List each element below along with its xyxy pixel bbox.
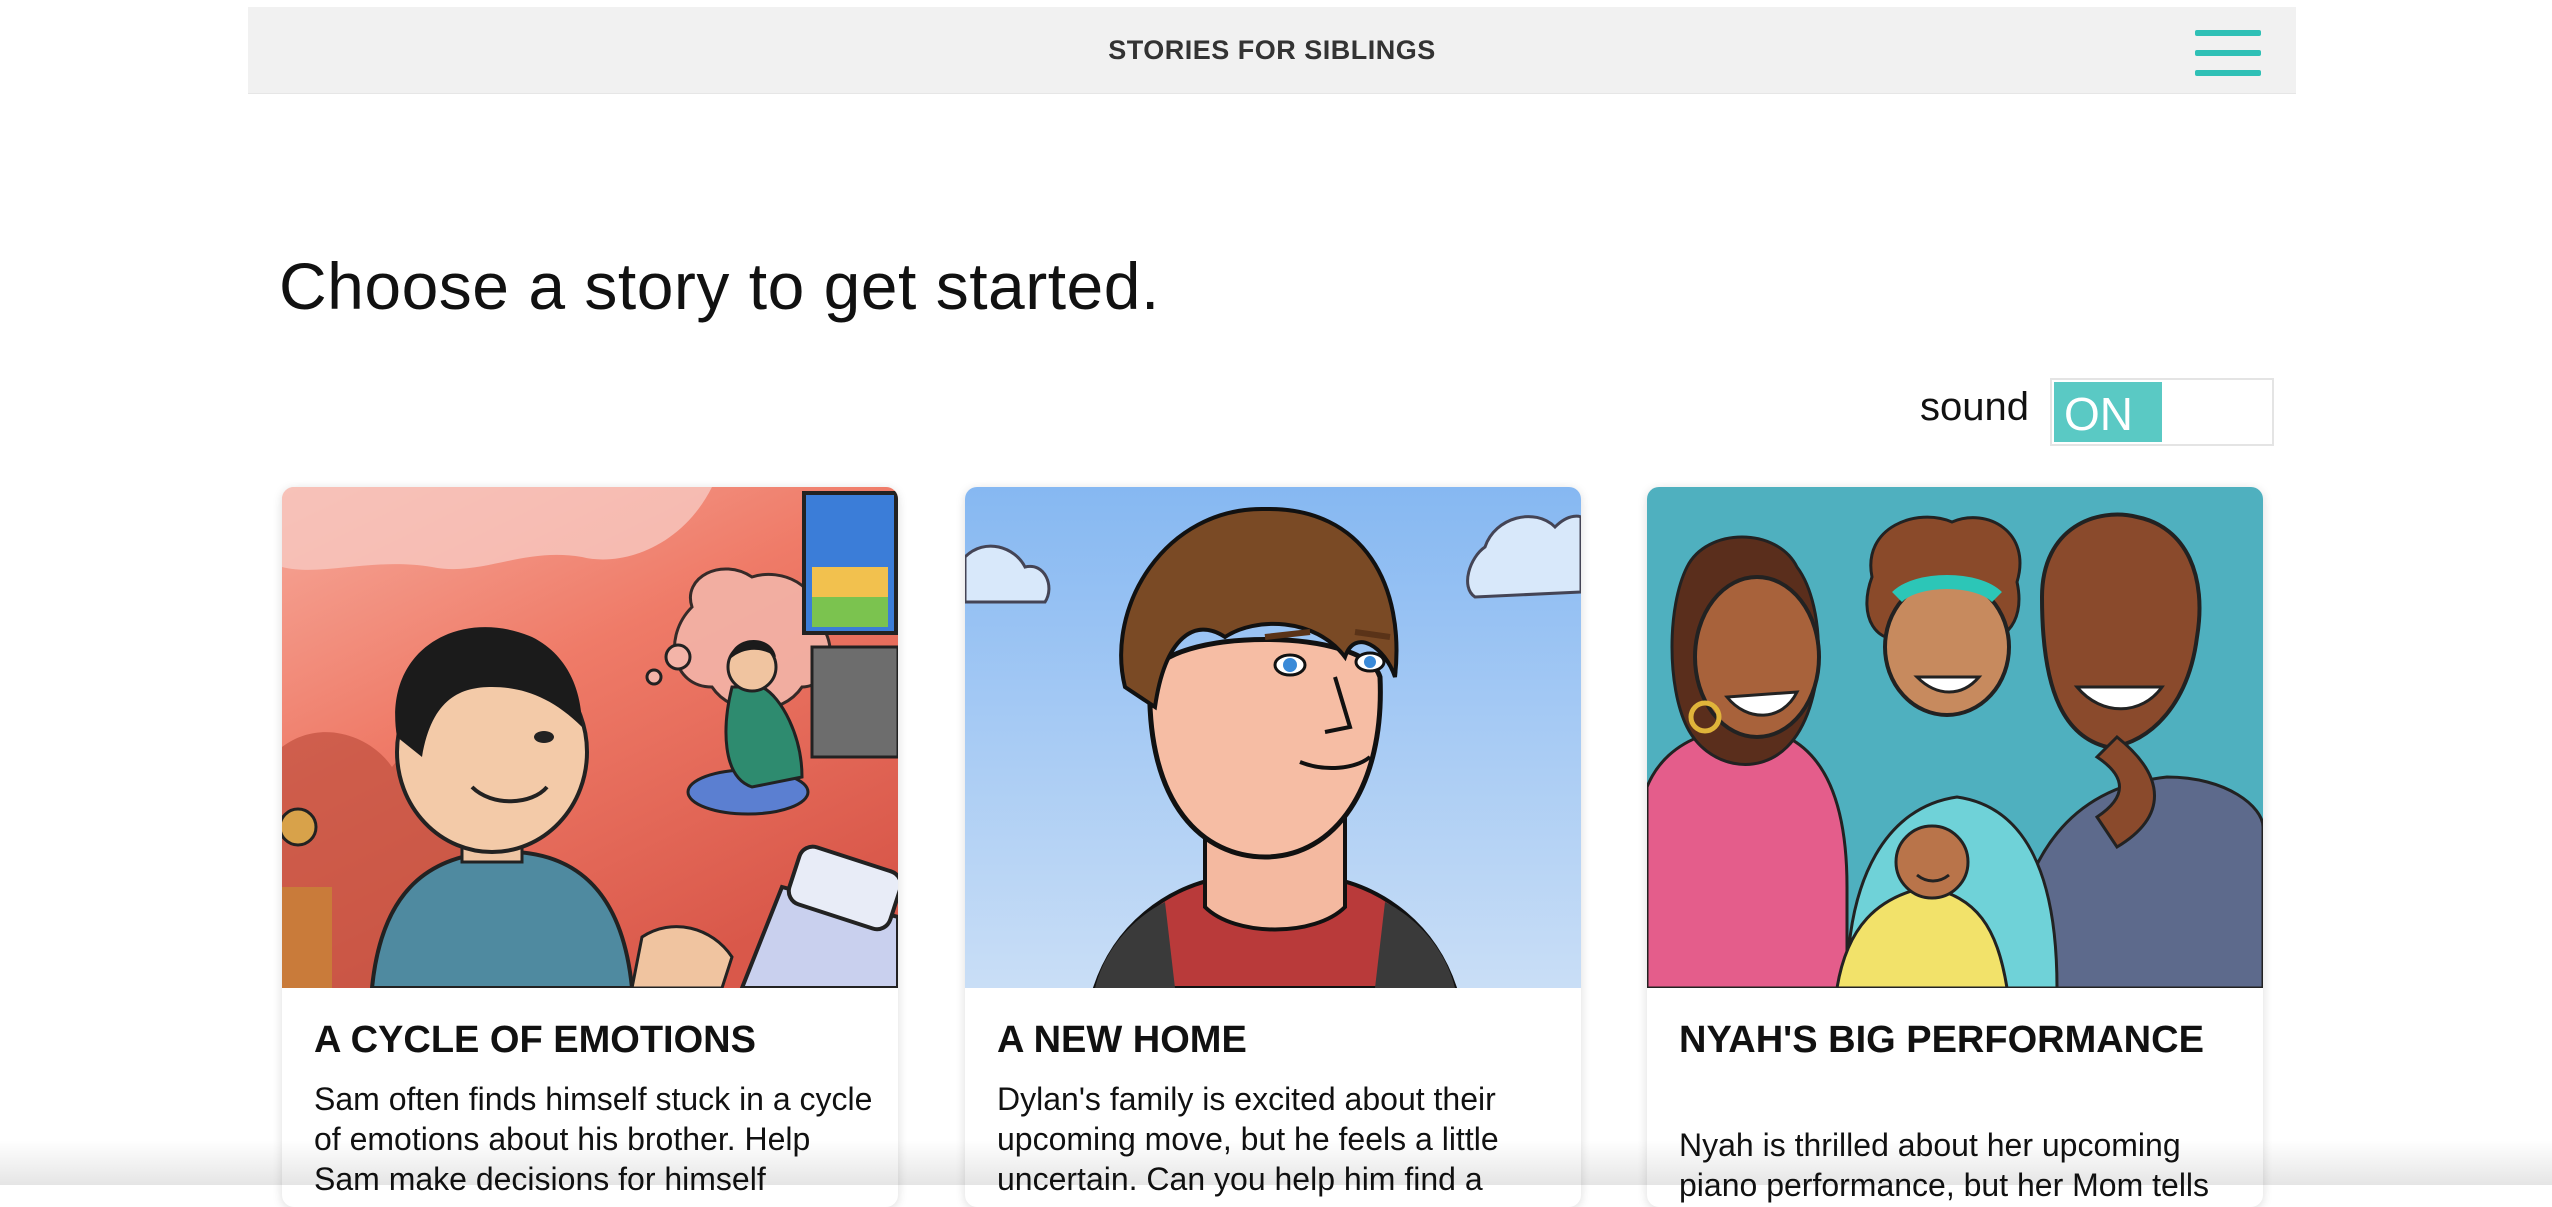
sound-toggle-state: ON: [2054, 382, 2162, 442]
story-illustration-nyahs-big-performance: [1647, 487, 2263, 988]
story-card-cycle-of-emotions[interactable]: A CYCLE OF EMOTIONS Sam often finds hims…: [282, 487, 898, 1207]
family-hug-illustration: [1647, 487, 2263, 988]
story-title: NYAH'S BIG PERFORMANCE: [1679, 1019, 2204, 1061]
bottom-scroll-shadow: [0, 1140, 2552, 1185]
menu-bar: [2195, 50, 2261, 56]
boy-dreaming-illustration: [282, 487, 898, 988]
story-card-a-new-home[interactable]: A NEW HOME Dylan's family is excited abo…: [965, 487, 1581, 1207]
sound-toggle[interactable]: ON: [2050, 378, 2274, 446]
hamburger-menu-icon[interactable]: [2195, 28, 2261, 78]
story-card-nyahs-big-performance[interactable]: NYAH'S BIG PERFORMANCE Nyah is thrilled …: [1647, 487, 2263, 1207]
story-illustration-cycle-of-emotions: [282, 487, 898, 988]
story-illustration-a-new-home: [965, 487, 1581, 988]
menu-bar: [2195, 30, 2261, 36]
site-title[interactable]: STORIES FOR SIBLINGS: [248, 7, 2296, 93]
menu-bar: [2195, 70, 2261, 76]
sound-label: sound: [1920, 385, 2029, 429]
story-title: A NEW HOME: [997, 1019, 1247, 1061]
story-title: A CYCLE OF EMOTIONS: [314, 1019, 756, 1061]
site-header: STORIES FOR SIBLINGS: [248, 7, 2296, 94]
boy-looking-up-illustration: [965, 487, 1581, 988]
page-heading: Choose a story to get started.: [279, 249, 1160, 323]
